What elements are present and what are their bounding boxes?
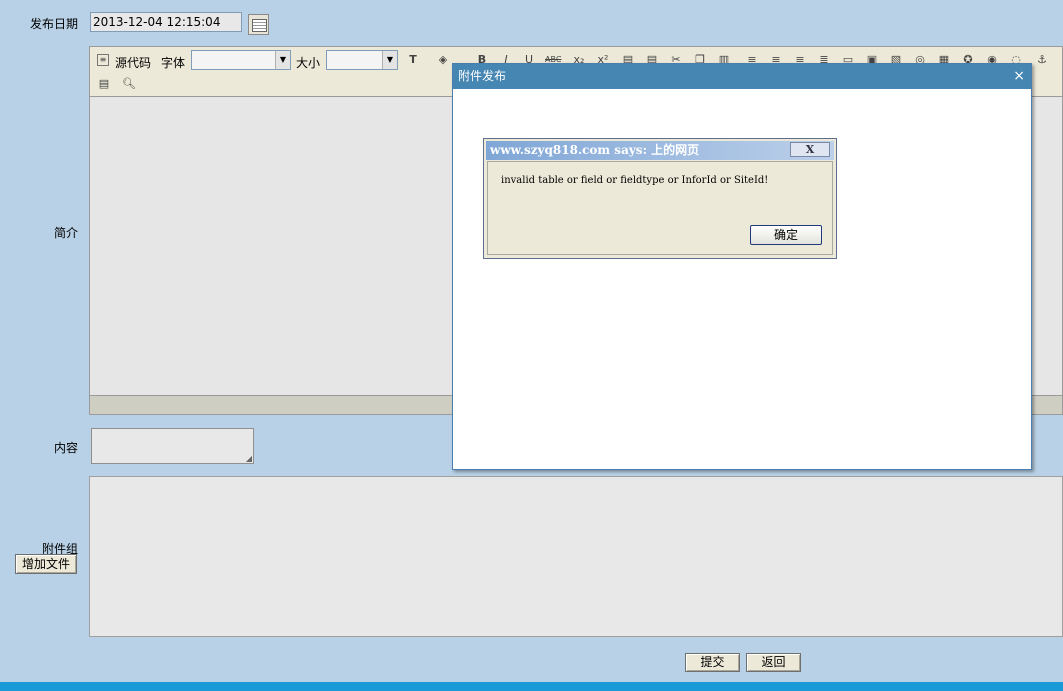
preview-icon[interactable]: 🔍︎ — [122, 77, 136, 91]
alert-title-text: www.szyq818.com says: 上的网页 — [490, 143, 700, 157]
chevron-down-icon: ▼ — [382, 51, 397, 69]
submit-button[interactable]: 提交 — [685, 653, 740, 672]
font-select[interactable]: ▼ — [191, 50, 291, 70]
publish-date-label: 发布日期 — [30, 17, 79, 31]
attach-dialog-title: 附件发布 × — [453, 64, 1031, 89]
alert-dialog: www.szyq818.com says: 上的网页 X invalid tab… — [483, 138, 837, 259]
content-label: 内容 — [54, 441, 79, 455]
size-select[interactable]: ▼ — [326, 50, 398, 70]
bg-color-icon[interactable]: ◈ — [436, 53, 450, 67]
text-color-icon[interactable]: T — [406, 53, 420, 67]
content-field[interactable]: ◢ — [91, 428, 254, 464]
attach-dialog-title-text: 附件发布 — [458, 69, 507, 83]
alert-message: invalid table or field or fieldtype or I… — [501, 175, 769, 186]
summary-label: 简介 — [54, 226, 79, 240]
resize-handle-icon[interactable]: ◢ — [246, 454, 252, 463]
source-code-icon[interactable]: ≡ — [97, 54, 109, 66]
publish-date-field[interactable]: 2013-12-04 12:15:04 — [90, 12, 242, 32]
calendar-icon[interactable] — [248, 14, 269, 35]
close-icon[interactable]: X — [790, 142, 830, 157]
alert-title: www.szyq818.com says: 上的网页 X — [486, 141, 834, 160]
size-label: 大小 — [296, 56, 321, 70]
font-label: 字体 — [161, 56, 186, 70]
show-blocks-icon[interactable]: ▤ — [97, 77, 111, 91]
source-code-button[interactable]: 源代码 — [115, 54, 151, 71]
bottom-bar — [0, 682, 1063, 691]
alert-body: invalid table or field or fieldtype or I… — [487, 161, 833, 255]
attach-dialog: 附件发布 × — [452, 63, 1032, 470]
close-icon[interactable]: × — [1013, 64, 1025, 89]
add-file-button[interactable]: 增加文件 — [15, 554, 77, 574]
attachments-area — [89, 476, 1063, 637]
anchor-icon[interactable]: ⚓ — [1035, 53, 1049, 67]
ok-button[interactable]: 确定 — [750, 225, 822, 245]
chevron-down-icon: ▼ — [275, 51, 290, 69]
back-button[interactable]: 返回 — [746, 653, 801, 672]
